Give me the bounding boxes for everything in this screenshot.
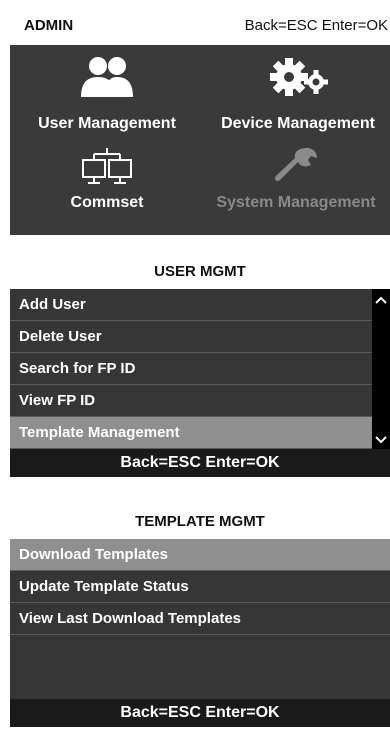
admin-title: ADMIN — [24, 16, 74, 34]
user-mgmt-menu: Add User Delete User Search for FP ID Vi… — [10, 289, 390, 449]
scrollbar[interactable] — [372, 289, 390, 449]
admin-panel: ADMIN Back=ESC Enter=OK User Management — [10, 5, 390, 235]
admin-hint: Back=ESC Enter=OK — [244, 16, 388, 34]
template-mgmt-panel: TEMPLATE MGMT Download Templates Update … — [10, 503, 390, 727]
user-management-label: User Management — [38, 115, 176, 132]
menu-item-template-management[interactable]: Template Management — [10, 417, 390, 449]
menu-item-search-fp-id[interactable]: Search for FP ID — [10, 353, 390, 385]
users-icon — [81, 57, 133, 97]
gears-icon — [270, 58, 328, 96]
admin-header: ADMIN Back=ESC Enter=OK — [10, 5, 390, 45]
commset-label: Commset — [70, 194, 144, 211]
menu-item-view-fp-id[interactable]: View FP ID — [10, 385, 390, 417]
template-mgmt-header: TEMPLATE MGMT — [10, 503, 390, 539]
user-mgmt-header: USER MGMT — [10, 253, 390, 289]
system-management-tile[interactable]: System Management — [206, 146, 386, 212]
device-management-label: Device Management — [221, 115, 375, 132]
system-management-label: System Management — [216, 194, 376, 211]
template-mgmt-footer: Back=ESC Enter=OK — [10, 699, 390, 727]
user-management-tile[interactable]: User Management — [22, 55, 192, 133]
menu-item-update-template-status[interactable]: Update Template Status — [10, 571, 390, 603]
user-mgmt-panel: USER MGMT Add User Delete User Search fo… — [10, 253, 390, 477]
wrench-icon — [275, 147, 317, 182]
commset-tile[interactable]: Commset — [22, 146, 192, 212]
template-mgmt-menu: Download Templates Update Template Statu… — [10, 539, 390, 699]
device-management-tile[interactable]: Device Management — [210, 55, 386, 133]
menu-item-add-user[interactable]: Add User — [10, 289, 390, 321]
network-icon — [82, 148, 132, 184]
menu-item-download-templates[interactable]: Download Templates — [10, 539, 390, 571]
chevron-down-icon[interactable] — [372, 432, 390, 446]
chevron-up-icon[interactable] — [372, 292, 390, 306]
menu-item-view-last-download-templates[interactable]: View Last Download Templates — [10, 603, 390, 635]
menu-item-delete-user[interactable]: Delete User — [10, 321, 390, 353]
user-mgmt-footer: Back=ESC Enter=OK — [10, 449, 390, 477]
